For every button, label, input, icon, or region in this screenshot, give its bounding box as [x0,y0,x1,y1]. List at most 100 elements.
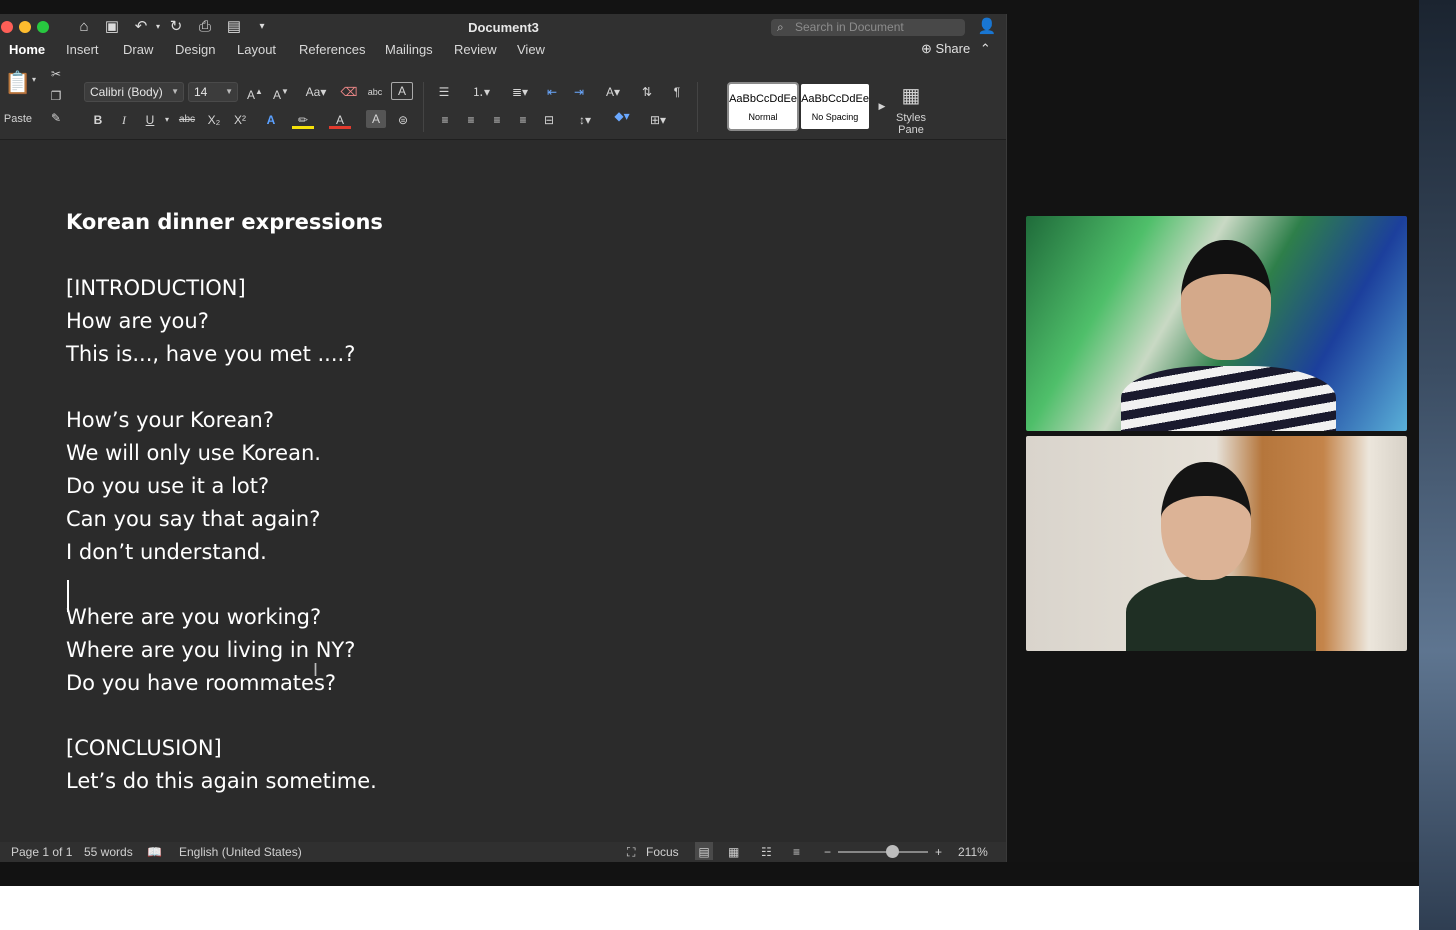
clipboard-icon[interactable]: 📋 [4,68,31,98]
subscript-button[interactable]: X₂ [203,110,225,130]
styles-pane-label[interactable]: Pane [890,124,932,136]
line-spacing-icon[interactable]: ↕▾ [570,110,600,130]
superscript-button[interactable]: X² [229,110,251,130]
bullets-icon[interactable]: ☰ [432,82,456,102]
shrink-font-icon[interactable]: A▼ [270,82,292,102]
chevron-down-icon: ▼ [225,87,233,96]
tab-insert[interactable]: Insert [66,42,99,57]
align-left-icon[interactable]: ≡ [434,110,456,130]
desktop-wallpaper [1419,0,1456,930]
paste-dropdown-icon[interactable]: ▾ [29,70,39,90]
zoom-in-icon[interactable]: + [935,842,942,862]
tab-design[interactable]: Design [175,42,215,57]
tab-layout[interactable]: Layout [237,42,276,57]
zoom-level[interactable]: 211% [958,842,988,862]
font-color-icon[interactable]: A [329,110,351,129]
phonetic-guide-icon[interactable]: abc [364,82,386,102]
sort-icon[interactable]: ⇅ [636,82,658,102]
document-line: [INTRODUCTION] [66,276,246,300]
styles-pane-icon[interactable]: ▦ [898,82,924,110]
asian-layout-icon[interactable]: A▾ [598,82,628,102]
highlight-icon[interactable]: ✏ [292,110,314,129]
copy-icon[interactable]: ❐ [47,86,65,106]
increase-indent-icon[interactable]: ⇥ [568,82,590,102]
format-painter-icon[interactable]: ✎ [47,108,65,128]
language[interactable]: English (United States) [179,842,302,862]
outline-view-icon[interactable]: ☷ [761,842,772,862]
justify-icon[interactable]: ≡ [512,110,534,130]
document-line: Can you say that again? [66,507,321,531]
align-right-icon[interactable]: ≡ [486,110,508,130]
page-count[interactable]: Page 1 of 1 [11,842,72,862]
clear-formatting-icon[interactable]: ⌫ [338,82,360,102]
zoom-slider[interactable] [838,851,928,853]
share-button[interactable]: ⊕ Share ⌃ [921,41,991,57]
search-input[interactable]: ⌕ Search in Document [771,19,965,36]
shading-icon[interactable]: ◆▾ [607,106,637,126]
decrease-indent-icon[interactable]: ⇤ [541,82,563,102]
style-label: No Spacing [811,112,859,122]
share-label: Share [935,41,971,56]
underline-dropdown-icon[interactable]: ▾ [160,110,174,130]
multilevel-list-icon[interactable]: ≣▾ [505,82,535,102]
ribbon-tabs: Home Insert Draw Design Layout Reference… [0,40,1006,62]
zoom-slider-thumb[interactable] [885,845,899,858]
tab-mailings[interactable]: Mailings [385,42,433,57]
focus-button[interactable]: Focus [646,842,679,862]
strikethrough-button[interactable]: abc [175,110,199,130]
change-case-icon[interactable]: Aa▾ [300,82,332,102]
video-tile-participant-1[interactable] [1026,216,1407,431]
distributed-icon[interactable]: ⊟ [538,110,560,130]
document-line: Where are you living in NY? [66,638,356,662]
style-preview: AaBbCcDdEe [729,93,797,105]
cut-icon[interactable]: ✂ [47,64,65,84]
zoom-out-icon[interactable]: − [824,842,831,862]
font-name-value: Calibri (Body) [90,85,163,99]
divider [423,82,424,132]
enclose-characters-icon[interactable]: ⊜ [392,110,414,130]
tab-view[interactable]: View [517,42,545,57]
document-line: We will only use Korean. [66,441,321,465]
document-line: [CONCLUSION] [66,736,222,760]
numbering-icon[interactable]: ⒈▾ [466,82,496,102]
search-placeholder: Search in Document [795,20,904,34]
bold-button[interactable]: B [87,110,109,130]
character-shading-icon[interactable]: A [366,110,386,128]
style-no-spacing[interactable]: AaBbCcDdEe No Spacing [801,84,869,129]
document-line: Let’s do this again sometime. [66,769,377,793]
document-line: This is..., have you met ....? [66,342,356,366]
underline-button[interactable]: U [139,110,161,130]
tab-home[interactable]: Home [9,42,45,57]
styles-more-icon[interactable]: ▶ [876,96,888,116]
styles-pane-label[interactable]: Styles [890,112,932,124]
font-name-select[interactable]: Calibri (Body) ▼ [84,82,184,102]
italic-button[interactable]: I [113,110,135,130]
tab-review[interactable]: Review [454,42,497,57]
borders-icon[interactable]: ⊞▾ [642,110,674,130]
print-layout-icon[interactable]: ▤ [695,842,713,860]
proofing-icon[interactable]: 📖 [147,842,162,862]
search-icon: ⌕ [777,20,784,34]
collapse-ribbon-icon[interactable]: ⌃ [980,41,991,56]
participant-1-body [1121,366,1336,431]
tab-draw[interactable]: Draw [123,42,153,57]
video-tile-participant-2[interactable] [1026,436,1407,651]
text-effects-icon[interactable]: A [260,110,282,130]
document-canvas[interactable]: Korean dinner expressions [INTRODUCTION]… [0,140,1006,842]
font-size-select[interactable]: 14 ▼ [188,82,238,102]
word-count[interactable]: 55 words [84,842,133,862]
align-center-icon[interactable]: ≡ [460,110,482,130]
style-normal[interactable]: AaBbCcDdEe Normal [727,82,799,131]
web-layout-icon[interactable]: ▦ [728,842,739,862]
character-border-icon[interactable]: A [391,82,413,100]
document-line: Do you use it a lot? [66,474,270,498]
grow-font-icon[interactable]: A▲ [244,82,266,102]
paste-button[interactable]: Paste [2,109,34,129]
document-line: How’s your Korean? [66,408,274,432]
show-formatting-icon[interactable]: ¶ [666,82,688,102]
style-label: Normal [748,112,778,122]
account-icon[interactable]: 👤 [977,17,997,37]
tab-references[interactable]: References [299,42,365,57]
draft-view-icon[interactable]: ≡ [793,842,800,862]
participant-1-avatar [1181,240,1271,360]
